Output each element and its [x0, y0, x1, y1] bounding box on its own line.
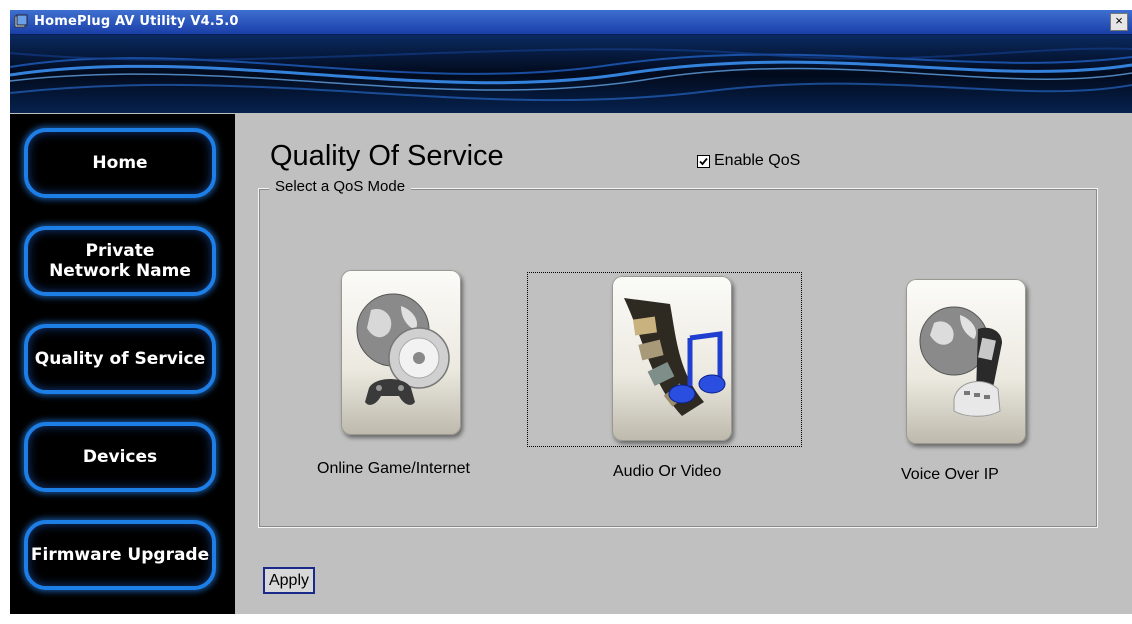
nav-home-button[interactable]: Home [24, 128, 216, 198]
header-banner [10, 35, 1132, 113]
nav-devices-label: Devices [82, 447, 158, 467]
qos-mode-group-label: Select a QoS Mode [269, 178, 412, 195]
nav-quality-of-service-button[interactable]: Quality of Service [24, 324, 216, 394]
globe-phone-icon[interactable] [906, 279, 1026, 444]
nav-private-label-line1: Private [85, 241, 155, 261]
nav-firmware-label: Firmware Upgrade [30, 545, 210, 565]
window-title: HomePlug AV Utility V4.5.0 [34, 14, 239, 29]
nav-firmware-upgrade-button[interactable]: Firmware Upgrade [24, 520, 216, 590]
nav-qos-label: Quality of Service [34, 349, 206, 369]
mode-voice-over-ip-label: Voice Over IP [901, 466, 999, 483]
game-globe-disc-icon[interactable] [341, 270, 461, 435]
enable-qos-checkbox[interactable]: Enable QoS [697, 152, 800, 170]
app-window: HomePlug AV Utility V4.5.0 × Home Privat… [10, 10, 1132, 614]
mode-online-game-label: Online Game/Internet [317, 460, 470, 477]
nav-devices-button[interactable]: Devices [24, 422, 216, 492]
checkmark-icon [699, 157, 708, 165]
nav-private-label-line2: Network Name [49, 261, 191, 281]
close-button[interactable]: × [1110, 13, 1128, 31]
title-bar[interactable]: HomePlug AV Utility V4.5.0 × [10, 10, 1132, 35]
film-music-icon[interactable] [612, 276, 732, 441]
checkbox-box[interactable] [697, 154, 710, 168]
main-panel: Quality Of Service Enable QoS Select a Q… [235, 114, 1132, 614]
page-title: Quality Of Service [270, 140, 504, 172]
enable-qos-label: Enable QoS [714, 152, 801, 169]
app-icon [14, 14, 28, 28]
nav-home-label: Home [92, 153, 148, 173]
apply-button[interactable]: Apply [263, 567, 315, 594]
mode-audio-video-label: Audio Or Video [613, 463, 722, 480]
nav-private-network-name-button[interactable]: Private Network Name [24, 226, 216, 296]
sidebar: Home Private Network Name Quality of Ser… [10, 114, 235, 614]
